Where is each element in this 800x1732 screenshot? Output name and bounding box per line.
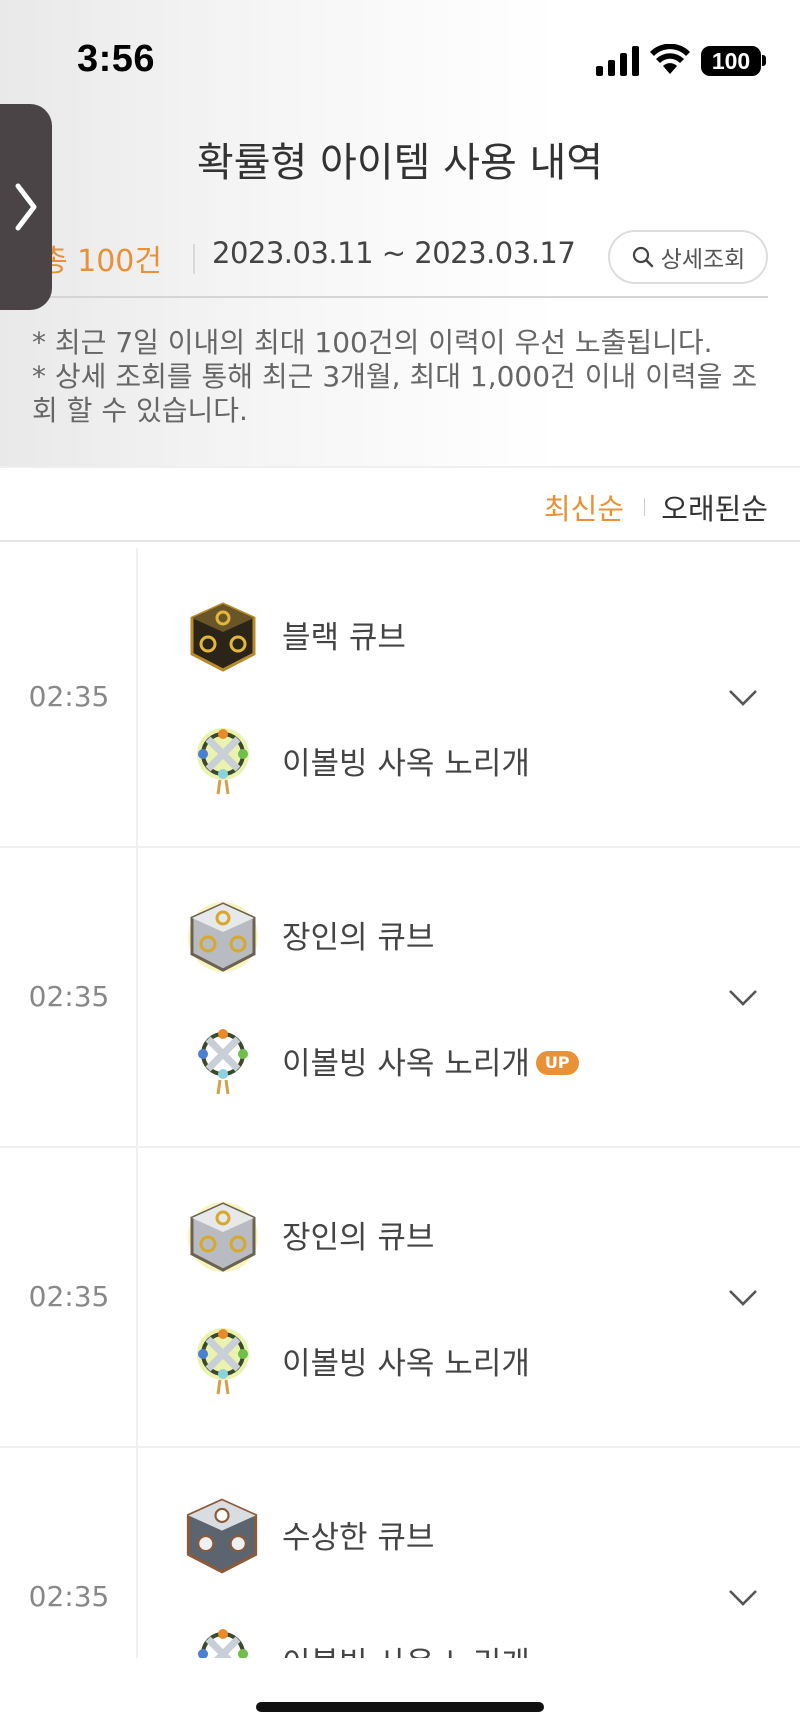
page-title: 확률형 아이템 사용 내역 [196, 140, 604, 186]
date-range: 2023.03.11 ~ 2023.03.17 [212, 236, 576, 270]
sort-oldest-button[interactable]: 오래된순 [661, 486, 768, 528]
list-item[interactable]: 02:35 블랙 큐브 이볼빙 사옥 노리개 [0, 548, 800, 848]
status-time: 3:56 [77, 38, 156, 80]
time-column: 02:35 [0, 548, 138, 848]
up-badge: UP [535, 1050, 579, 1075]
status-bar: 3:56 100 [0, 0, 800, 120]
detail-search-label: 상세조회 [660, 247, 746, 273]
battery-tip [762, 55, 766, 66]
summary-bar: 총 100건 2023.03.11 ~ 2023.03.17 상세조회 [28, 230, 768, 290]
master-craftsman-cube-icon [188, 902, 258, 972]
target-item-label: 이볼빙 사옥 노리개 [282, 1346, 530, 1382]
detail-search-button[interactable]: 상세조회 [608, 230, 768, 284]
list-item[interactable]: 02:35 장인의 큐브 이볼빙 사옥 노리개 UP [0, 848, 800, 1148]
search-icon [632, 246, 653, 268]
chevron-down-icon[interactable] [728, 688, 758, 708]
sort-bar: 최신순 오래된순 [0, 466, 800, 542]
target-item-label: 이볼빙 사옥 노리개 [282, 1646, 530, 1658]
cube-name: 장인의 큐브 [282, 920, 435, 956]
row-time: 02:35 [28, 1580, 110, 1613]
notice-text: * 최근 7일 이내의 최대 100건의 이력이 우선 노출됩니다. * 상세 … [32, 326, 772, 428]
chevron-down-icon[interactable] [728, 988, 758, 1008]
chevron-down-icon[interactable] [728, 1288, 758, 1308]
notice-line-1: * 최근 7일 이내의 최대 100건의 이력이 우선 노출됩니다. [32, 326, 713, 359]
black-cube-icon [190, 602, 256, 672]
battery-icon: 100 [701, 46, 761, 76]
chevron-right-icon [15, 183, 37, 231]
target-item-name: 이볼빙 사옥 노리개 [282, 1338, 530, 1383]
target-item-name: 이볼빙 사옥 노리개 [282, 1638, 530, 1658]
target-item-label: 이볼빙 사옥 노리개 [282, 746, 530, 782]
norigae-icon [198, 1029, 248, 1095]
total-count: 총 100건 [40, 244, 162, 279]
row-time: 02:35 [28, 680, 110, 713]
usage-history-list: 02:35 블랙 큐브 이볼빙 사옥 노리개 02:35 장인의 큐브 이볼빙 … [0, 548, 800, 1658]
cube-name: 수상한 큐브 [282, 1520, 435, 1556]
cube-name: 블랙 큐브 [282, 620, 406, 656]
divider [28, 296, 768, 298]
row-time: 02:35 [28, 980, 110, 1013]
cube-name: 장인의 큐브 [282, 1220, 435, 1256]
cellular-signal-icon [596, 46, 639, 76]
row-time: 02:35 [28, 1280, 110, 1313]
home-indicator[interactable] [256, 1702, 544, 1712]
target-item-name: 이볼빙 사옥 노리개 UP [282, 1038, 579, 1083]
sort-newest-button[interactable]: 최신순 [544, 486, 624, 528]
chevron-down-icon[interactable] [728, 1588, 758, 1608]
norigae-icon [198, 1629, 248, 1658]
norigae-icon [197, 1328, 249, 1395]
divider [644, 498, 645, 516]
time-column: 02:35 [0, 848, 138, 1148]
wifi-icon [650, 44, 690, 74]
norigae-icon [197, 728, 249, 795]
notice-line-2: * 상세 조회를 통해 최근 3개월, 최대 1,000건 이내 이력을 조회 … [32, 360, 758, 427]
time-column: 02:35 [0, 1448, 138, 1658]
list-item[interactable]: 02:35 장인의 큐브 이볼빙 사옥 노리개 [0, 1148, 800, 1448]
time-column: 02:35 [0, 1148, 138, 1448]
divider [193, 244, 195, 274]
list-item[interactable]: 02:35 수상한 큐브 이볼빙 사옥 노리개 [0, 1448, 800, 1658]
target-item-label: 이볼빙 사옥 노리개 [282, 1046, 530, 1082]
side-panel-handle[interactable] [0, 104, 52, 310]
master-craftsman-cube-icon [188, 1202, 258, 1272]
target-item-name: 이볼빙 사옥 노리개 [282, 738, 530, 783]
suspicious-cube-icon [186, 1498, 258, 1574]
